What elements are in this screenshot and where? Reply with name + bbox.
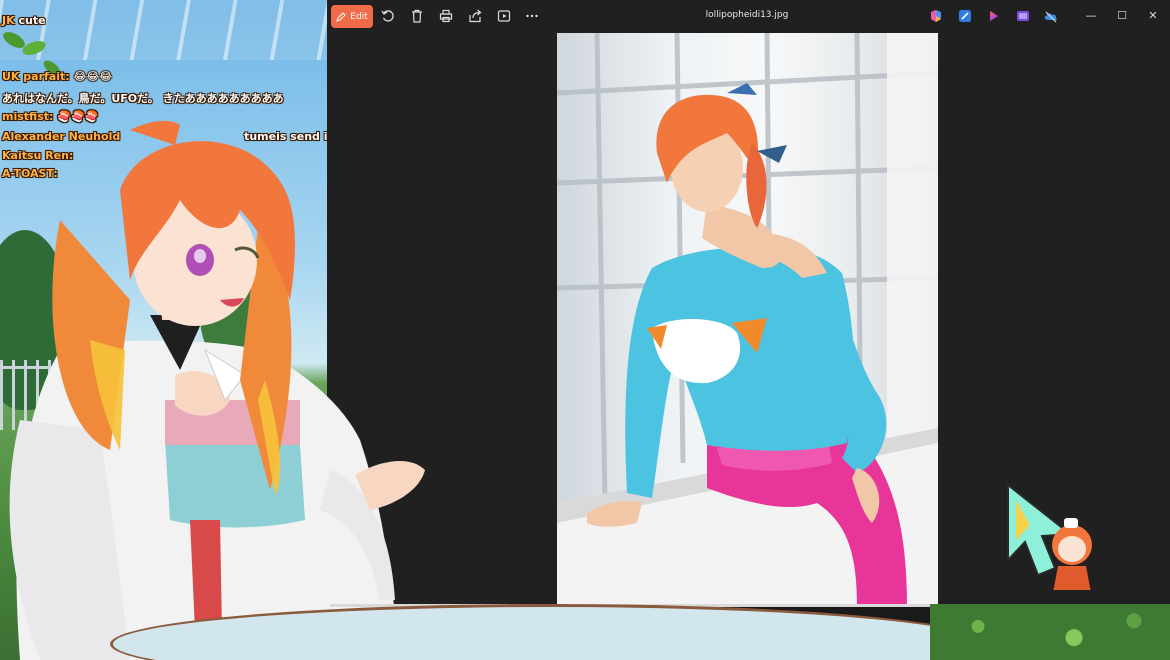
slideshow-icon[interactable] [496, 8, 512, 24]
vtuber-avatar [9, 120, 425, 660]
rotate-icon[interactable] [380, 8, 396, 24]
designer-icon[interactable] [957, 8, 973, 24]
close-button[interactable]: ✕ [1145, 8, 1161, 24]
photos-toolbar: Edit lollipopheidi13.jpg — ☐ ✕ [327, 0, 1170, 33]
copilot-icon[interactable] [928, 8, 944, 24]
chat-text: cute [18, 14, 46, 27]
chat-username: JK [2, 14, 15, 27]
share-icon[interactable] [467, 8, 483, 24]
maximize-button[interactable]: ☐ [1114, 8, 1130, 24]
clipchamp-icon[interactable] [986, 8, 1002, 24]
edit-button[interactable]: Edit [331, 5, 373, 28]
flower-bed [930, 604, 1170, 660]
cosplay-photo [557, 33, 938, 606]
chat-text: 😂😂😂 [73, 70, 113, 83]
more-icon[interactable] [524, 8, 540, 24]
onedrive-icon[interactable] [1043, 8, 1059, 24]
edit-pencil-icon [336, 11, 346, 22]
photo-display[interactable] [557, 33, 938, 606]
chef-hat-icon [1064, 518, 1078, 528]
photos-app-icon[interactable] [1015, 8, 1031, 24]
mascot-cursor [1007, 482, 1092, 590]
edit-label: Edit [350, 11, 368, 22]
chat-message: JK cute [2, 14, 46, 27]
delete-icon[interactable] [409, 8, 425, 24]
chat-message: UK parfait: 😂😂😂 [2, 70, 112, 83]
screen: JK cute UK parfait: 😂😂😂 あれはなんだ。鳥だ。UFOだ。 … [0, 0, 1170, 660]
chat-username: UK parfait: [2, 70, 70, 83]
minimize-button[interactable]: — [1083, 8, 1099, 24]
print-icon[interactable] [438, 8, 454, 24]
file-name-title: lollipopheidi13.jpg [705, 10, 789, 20]
